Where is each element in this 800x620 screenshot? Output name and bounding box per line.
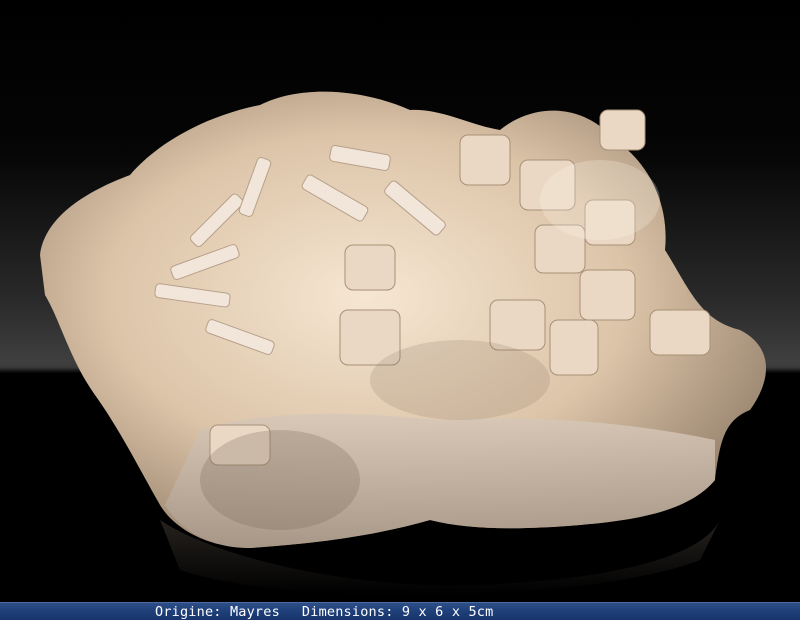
specimen-photo (0, 0, 800, 602)
caption-bar: Origine: Mayres Dimensions: 9 x 6 x 5cm (0, 602, 800, 620)
origin-caption: Origine: Mayres (155, 603, 280, 620)
mineral-specimen-image (40, 91, 767, 596)
dimensions-caption: Dimensions: 9 x 6 x 5cm (301, 603, 494, 620)
